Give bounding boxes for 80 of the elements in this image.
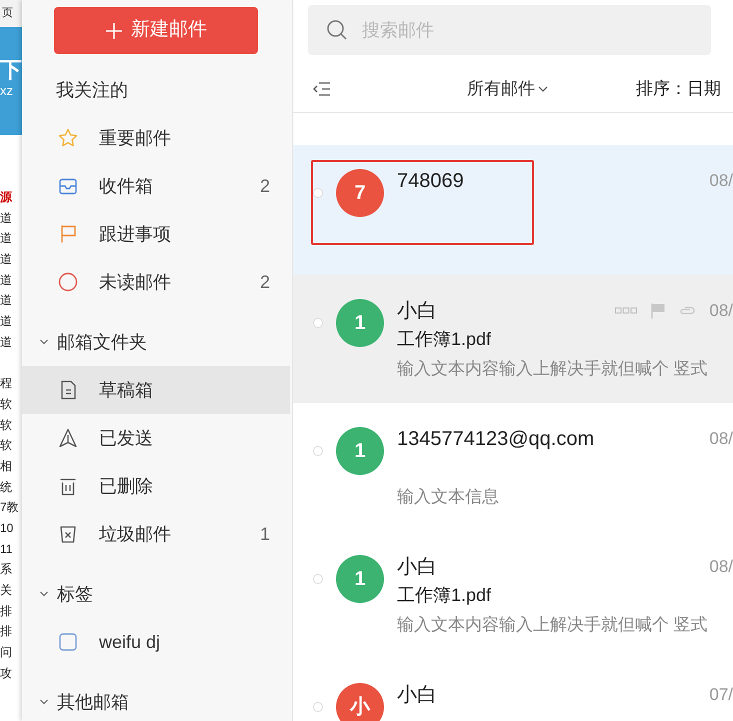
sidebar-item[interactable]: 跟进事项 [22, 210, 290, 258]
sidebar-item[interactable]: 垃圾邮件 1 [22, 510, 290, 558]
paperclip-icon[interactable] [679, 306, 696, 316]
star-icon [57, 127, 79, 149]
page-text: 源 [0, 189, 13, 206]
count-label: 2 [260, 174, 270, 198]
filter-dropdown[interactable]: 所有邮件 [467, 76, 548, 102]
mail-subject: 工作簿1.pdf [397, 584, 492, 607]
chevron-icon[interactable] [39, 589, 49, 599]
page-text: 道 [0, 313, 13, 330]
sort-dropdown[interactable]: 排序：日期 [636, 76, 721, 102]
new-mail-button[interactable]: 新建邮件 [54, 7, 258, 54]
date-text: 08/ [709, 170, 733, 192]
page-text: 相 [0, 458, 13, 475]
section-heading: 我关注的 [56, 78, 128, 102]
date-text: 08/ [709, 300, 733, 322]
section-heading[interactable]: 邮箱文件夹 [57, 328, 147, 356]
search-field[interactable]: 搜索邮件 [308, 5, 711, 55]
page-text: 排 [0, 623, 13, 640]
count-label: 2 [260, 270, 270, 294]
collapse-list-icon[interactable] [313, 80, 331, 96]
avatar: 7 [336, 169, 384, 217]
page-text: 道 [0, 230, 13, 248]
date-text: 08/ [709, 556, 733, 578]
sidebar-item[interactable]: 重要邮件 [22, 114, 290, 162]
section-heading[interactable]: 标签 [57, 580, 93, 608]
plus-icon [105, 22, 123, 40]
avatar: 1 [336, 299, 384, 347]
sidebar-item[interactable]: 草稿箱 [22, 366, 290, 414]
page-text: 软 [0, 396, 13, 413]
mail-row[interactable]: 1 小白 08/ 工作簿1.pdf 输入文本内容输入上解决手就但喊个 竖式 [293, 275, 733, 403]
chevron-icon[interactable] [39, 337, 49, 347]
chevron-icon [538, 84, 548, 92]
sender-name: 小白 [397, 299, 437, 324]
page-text: 10 [0, 520, 14, 537]
sidebar-item[interactable]: 已删除 [22, 462, 290, 510]
avatar: 1 [336, 427, 384, 475]
page-text: 道 [0, 272, 13, 289]
avatar: 小 [336, 683, 384, 721]
page-text: 问 [0, 644, 13, 662]
page-text: 攻 [0, 664, 13, 682]
mail-subject: 工作簿1.pdf [397, 328, 492, 351]
more-icon[interactable] [615, 307, 638, 315]
page-text: 道 [0, 292, 13, 310]
mail-row[interactable]: 7 748069 08/ [293, 145, 733, 275]
date-text: 07/ [709, 684, 733, 706]
sender-name: 小白 [397, 683, 437, 708]
send-icon [57, 427, 79, 449]
sender-name: 小白 [397, 555, 437, 580]
page-text: 7教 [0, 499, 20, 516]
page-text: 道 [0, 210, 13, 227]
banner: 下 xz [0, 27, 22, 135]
date-text: 08/ [709, 428, 733, 450]
page-text: 页 [2, 6, 13, 22]
page-text: 排 [0, 602, 13, 620]
sidebar-item[interactable]: 收件箱 2 [22, 162, 290, 210]
chevron-icon[interactable] [39, 697, 49, 707]
page-text: 软 [0, 437, 13, 454]
search-icon [326, 19, 348, 41]
page-text: 系 [0, 561, 13, 578]
sender-name: 1345774123@qq.com [397, 427, 594, 452]
sidebar-item[interactable]: weifu dj [22, 618, 290, 666]
circle-icon [57, 271, 79, 293]
sidebar-item[interactable]: 已发送 [22, 414, 290, 462]
avatar: 1 [336, 555, 384, 603]
sender-name: 748069 [397, 169, 464, 194]
section-heading[interactable]: 其他邮箱 [57, 688, 129, 716]
sidebar-item[interactable]: 未读邮件 2 [22, 258, 290, 306]
page-text: 道 [0, 251, 13, 268]
mail-preview: 输入文本信息 [397, 486, 499, 508]
page-text: 道 [0, 334, 13, 351]
page-text: 软 [0, 416, 13, 434]
flag-icon[interactable] [651, 303, 666, 319]
count-label: 1 [260, 522, 270, 546]
mail-preview: 输入文本内容输入上解决手就但喊个 竖式 [397, 358, 708, 380]
page-text: 程 [0, 375, 13, 392]
page-text: 统 [0, 478, 13, 496]
page-text: 关 [0, 582, 13, 600]
page-text: 11 [0, 540, 14, 558]
mail-preview: 输入文本内容输入上解决手就但喊个 竖式 [397, 614, 708, 636]
